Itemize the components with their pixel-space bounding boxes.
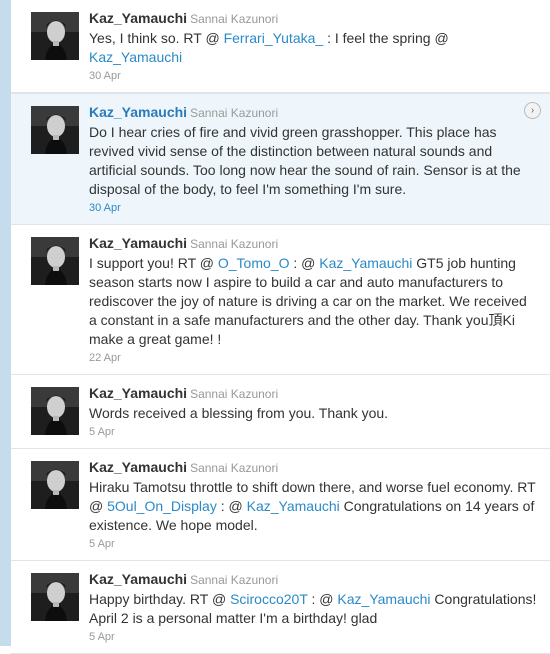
tweet-timestamp[interactable]: 5 Apr xyxy=(89,426,538,439)
mention-link[interactable]: O_Tomo_O xyxy=(218,255,290,271)
mention-link[interactable]: Scirocco20T xyxy=(230,591,308,607)
tweet-timeline[interactable]: Kaz_Yamauchi Sannai Kazunori Yes, I think… xyxy=(11,0,550,654)
tweet-header: Kaz_Yamauchi Sannai Kazunori xyxy=(89,570,538,589)
tweet-item[interactable]: › Kaz_Yamauchi Sannai Kazunori Do I hear … xyxy=(11,93,550,225)
screen-name-link[interactable]: Kaz_Yamauchi xyxy=(89,10,187,26)
profile-photo-icon xyxy=(31,237,79,285)
screen-name-link[interactable]: Kaz_Yamauchi xyxy=(89,459,187,475)
mention-link[interactable]: Kaz_Yamauchi xyxy=(319,255,412,271)
profile-photo-icon xyxy=(31,12,79,60)
tweet-text-segment: Yes, I think so. RT @ xyxy=(89,30,224,46)
tweet-header: Kaz_Yamauchi Sannai Kazunori xyxy=(89,103,538,122)
mention-link[interactable]: Kaz_Yamauchi xyxy=(337,591,430,607)
tweet-item[interactable]: Kaz_Yamauchi Sannai Kazunori Hiraku Tamot… xyxy=(11,449,550,561)
avatar[interactable] xyxy=(31,573,79,621)
tweet-text-segment: : @ xyxy=(216,498,247,514)
tweet-text: I support you! RT @ O_Tomo_O : @ Kaz_Yam… xyxy=(89,254,538,349)
full-name: Sannai Kazunori xyxy=(190,12,279,26)
tweet-text-segment: : @ xyxy=(307,591,338,607)
tweet-text-segment: : I feel the spring @ xyxy=(323,30,449,46)
tweet-timestamp[interactable]: 22 Apr xyxy=(89,352,538,365)
tweet-text: Hiraku Tamotsu throttle to shift down th… xyxy=(89,478,538,535)
tweet-text-segment: Happy birthday. RT @ xyxy=(89,591,231,607)
tweet-timestamp[interactable]: 5 Apr xyxy=(89,538,538,551)
screen-name-link[interactable]: Kaz_Yamauchi xyxy=(89,571,187,587)
tweet-timestamp[interactable]: 30 Apr xyxy=(89,202,538,215)
tweet-item[interactable]: Kaz_Yamauchi Sannai Kazunori Words receiv… xyxy=(11,375,550,449)
avatar[interactable] xyxy=(31,106,79,154)
tweet-text-segment: Words received a blessing from you. Than… xyxy=(89,405,389,421)
full-name: Sannai Kazunori xyxy=(190,106,279,120)
avatar[interactable] xyxy=(31,387,79,435)
mention-link[interactable]: Kaz_Yamauchi xyxy=(247,498,340,514)
tweet-header: Kaz_Yamauchi Sannai Kazunori xyxy=(89,458,538,477)
profile-photo-icon xyxy=(31,106,79,154)
full-name: Sannai Kazunori xyxy=(190,461,279,475)
mention-link[interactable]: Kaz_Yamauchi xyxy=(89,49,182,65)
full-name: Sannai Kazunori xyxy=(190,387,279,401)
expand-tweet-icon[interactable]: › xyxy=(524,102,541,119)
full-name: Sannai Kazunori xyxy=(190,237,279,251)
tweet-text: Words received a blessing from you. Than… xyxy=(89,404,538,423)
avatar[interactable] xyxy=(31,237,79,285)
tweet-timestamp[interactable]: 5 Apr xyxy=(89,631,538,644)
tweet-header: Kaz_Yamauchi Sannai Kazunori xyxy=(89,384,538,403)
avatar[interactable] xyxy=(31,12,79,60)
profile-photo-icon xyxy=(31,573,79,621)
tweet-text-segment: Do I hear cries of fire and vivid green … xyxy=(89,124,521,197)
tweet-item[interactable]: Kaz_Yamauchi Sannai Kazunori Yes, I think… xyxy=(11,0,550,93)
mention-link[interactable]: Ferrari_Yutaka_ xyxy=(224,30,324,46)
tweet-text: Happy birthday. RT @ Scirocco20T : @ Kaz… xyxy=(89,590,538,628)
tweet-text: Do I hear cries of fire and vivid green … xyxy=(89,123,538,199)
screen-name-link[interactable]: Kaz_Yamauchi xyxy=(89,385,187,401)
tweet-text-segment: I support you! RT @ xyxy=(89,255,218,271)
full-name: Sannai Kazunori xyxy=(190,573,279,587)
tweet-timestamp[interactable]: 30 Apr xyxy=(89,70,538,83)
left-edge-stripe xyxy=(0,0,11,646)
tweet-item[interactable]: Kaz_Yamauchi Sannai Kazunori Happy birthd… xyxy=(11,561,550,654)
avatar[interactable] xyxy=(31,461,79,509)
tweet-header: Kaz_Yamauchi Sannai Kazunori xyxy=(89,234,538,253)
tweet-text: Yes, I think so. RT @ Ferrari_Yutaka_ : … xyxy=(89,29,538,67)
mention-link[interactable]: 5Oul_On_Display xyxy=(107,498,217,514)
profile-photo-icon xyxy=(31,387,79,435)
screen-name-link[interactable]: Kaz_Yamauchi xyxy=(89,235,187,251)
screen-name-link[interactable]: Kaz_Yamauchi xyxy=(89,104,187,120)
profile-photo-icon xyxy=(31,461,79,509)
tweet-text-segment: : @ xyxy=(289,255,320,271)
tweet-header: Kaz_Yamauchi Sannai Kazunori xyxy=(89,9,538,28)
tweet-item[interactable]: Kaz_Yamauchi Sannai Kazunori I support yo… xyxy=(11,225,550,375)
